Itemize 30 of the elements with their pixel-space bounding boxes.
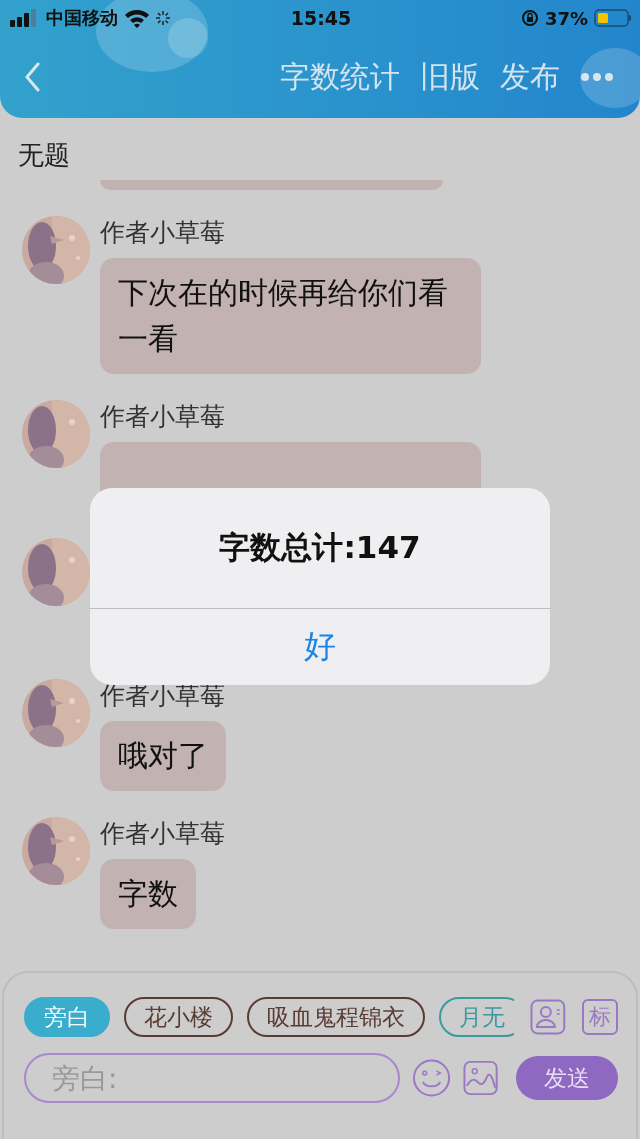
carrier-name: 中国移动 (46, 6, 118, 30)
more-icon[interactable] (580, 72, 614, 82)
alert-title: 字数总计:147 (90, 488, 550, 609)
battery-percent: 37% (544, 7, 588, 29)
wifi-icon (124, 8, 150, 28)
header-action[interactable]: 发布 (500, 56, 560, 98)
person-card-icon[interactable] (530, 999, 567, 1035)
battery-icon (594, 9, 632, 27)
message-bubble: 字数 (100, 859, 196, 929)
role-chip[interactable]: 吸血鬼程锦衣 (247, 997, 425, 1037)
clock-time: 15:45 (290, 7, 352, 29)
send-button[interactable]: 发送 (516, 1056, 618, 1100)
header-action[interactable]: 字数统计 (280, 56, 400, 98)
back-icon[interactable] (24, 62, 40, 92)
role-chip[interactable]: 花小楼 (124, 997, 233, 1037)
circle-decoration (580, 48, 640, 108)
author-name: 作者小草莓 (100, 401, 225, 433)
image-icon[interactable] (463, 1060, 499, 1096)
role-chip[interactable]: 旁白 (24, 997, 110, 1037)
author-name: 作者小草莓 (100, 217, 225, 249)
loading-icon (156, 11, 170, 25)
header-action[interactable]: 旧版 (420, 56, 480, 98)
rotation-lock-icon (520, 9, 539, 27)
message-bubble: 哦对了 (100, 721, 226, 791)
story-title: 无题 (17, 139, 71, 172)
emoji-icon[interactable] (412, 1058, 452, 1098)
tag-button[interactable]: 标 (582, 999, 618, 1035)
message-bubble: 下次在的时候再给你们看一看 (100, 258, 481, 374)
role-chip[interactable]: 月无 (439, 997, 515, 1037)
author-name: 作者小草莓 (100, 818, 225, 850)
